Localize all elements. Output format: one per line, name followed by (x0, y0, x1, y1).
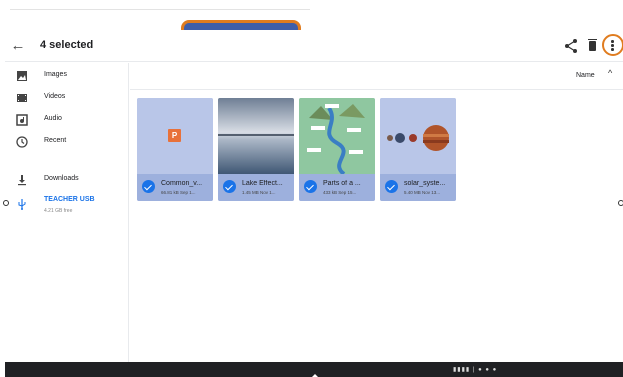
file-name: Lake Effect... (242, 180, 283, 187)
arrow-back-icon[interactable]: ← (10, 38, 26, 54)
sort-toolbar: Name ^ (130, 63, 623, 90)
left-edge-handle[interactable] (3, 200, 9, 206)
file-name: solar_syste... (404, 180, 446, 187)
sort-by-name-button[interactable]: Name (576, 72, 595, 79)
more-options-button[interactable] (602, 34, 623, 56)
solar-system-thumbnail (380, 98, 456, 174)
usb-free-space: 4.21 GB free (44, 208, 73, 214)
sidebar-item-teacher-usb[interactable]: TEACHER USB 4.21 GB free (5, 193, 129, 215)
sidebar-item-label: TEACHER USB (44, 196, 95, 203)
background-divider (10, 9, 310, 10)
file-info: solar_syste... 5.40 MB Nov 13... (380, 174, 456, 201)
file-info: Common_v... 66.81 kB Sep 1... (137, 174, 213, 201)
file-card[interactable]: P Common_v... 66.81 kB Sep 1... (137, 98, 213, 201)
more-vert-icon (611, 40, 614, 43)
file-card[interactable]: solar_syste... 5.40 MB Nov 13... (380, 98, 456, 201)
file-name: Parts of a ... (323, 180, 361, 187)
file-card[interactable]: Parts of a ... 433 kB Sep 15... (299, 98, 375, 201)
trash-icon[interactable] (588, 39, 597, 51)
file-card[interactable]: Lake Effect... 1.45 MB Nov 1... (218, 98, 294, 201)
sidebar: Images Videos Audio Recent Downloads TEA… (5, 63, 129, 362)
file-info: Parts of a ... 433 kB Sep 15... (299, 174, 375, 201)
checkmark-icon[interactable] (304, 180, 317, 193)
file-meta: 1.45 MB Nov 1... (242, 190, 276, 195)
file-info: Lake Effect... 1.45 MB Nov 1... (218, 174, 294, 201)
system-shelf: ▮▮▮▮ | ● ● ● (5, 362, 623, 377)
file-thumbnail: P (137, 98, 213, 174)
file-grid: P Common_v... 66.81 kB Sep 1... Lake Eff… (130, 91, 623, 362)
files-app-window: ← 4 selected Images Videos Audio Recent … (5, 30, 623, 362)
share-icon[interactable] (564, 38, 578, 54)
more-vert-dot (611, 48, 614, 51)
sidebar-item-label: Audio (44, 115, 62, 122)
checkmark-icon[interactable] (223, 180, 236, 193)
file-name: Common_v... (161, 180, 203, 187)
river-diagram-thumbnail (299, 98, 375, 174)
download-icon (18, 175, 26, 186)
file-meta: 5.40 MB Nov 13... (404, 190, 441, 195)
clock-icon (16, 136, 28, 148)
right-edge-handle[interactable] (618, 200, 623, 206)
sidebar-item-audio[interactable]: Audio (5, 109, 129, 131)
usb-icon (18, 199, 26, 210)
sidebar-item-label: Recent (44, 137, 67, 144)
background-area (0, 0, 623, 36)
checkmark-icon[interactable] (142, 180, 155, 193)
sidebar-item-label: Videos (44, 93, 66, 100)
audio-icon (16, 114, 28, 126)
file-meta: 433 kB Sep 15... (323, 190, 357, 195)
file-meta: 66.81 kB Sep 1... (161, 190, 196, 195)
status-area[interactable]: ▮▮▮▮ | ● ● ● (453, 366, 497, 373)
more-vert-dot (611, 44, 614, 47)
lake-thumbnail (218, 98, 294, 174)
sidebar-item-images[interactable]: Images (5, 65, 129, 87)
checkmark-icon[interactable] (385, 180, 398, 193)
sidebar-item-label: Downloads (44, 175, 79, 182)
sidebar-item-label: Images (44, 71, 67, 78)
image-icon (17, 71, 27, 81)
selection-count-title: 4 selected (40, 39, 94, 51)
video-icon (17, 94, 27, 102)
powerpoint-icon: P (168, 129, 181, 142)
sidebar-item-videos[interactable]: Videos (5, 87, 129, 109)
sidebar-item-downloads[interactable]: Downloads (5, 169, 129, 191)
chevron-up-icon[interactable]: ^ (608, 68, 612, 78)
app-header: ← 4 selected (5, 30, 623, 62)
sidebar-item-recent[interactable]: Recent (5, 131, 129, 153)
